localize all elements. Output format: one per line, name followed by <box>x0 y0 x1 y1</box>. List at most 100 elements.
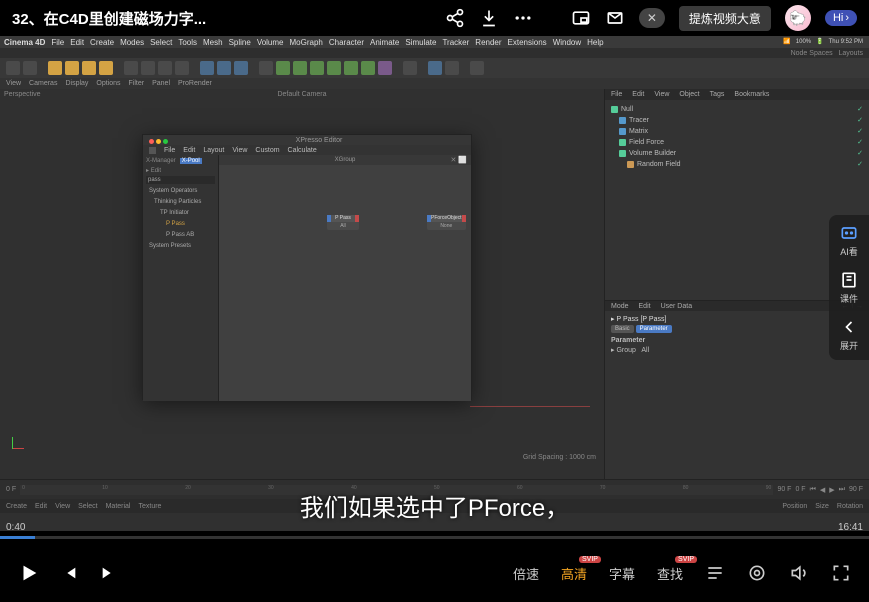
menu-spline[interactable]: Spline <box>229 38 251 47</box>
tool-x[interactable] <box>124 61 138 75</box>
share-icon[interactable] <box>445 8 465 28</box>
obj-volume: Volume Builder✓ <box>611 148 863 159</box>
grid-info: Grid Spacing : 1000 cm <box>523 454 596 461</box>
menu-volume[interactable]: Volume <box>257 38 284 47</box>
download-icon[interactable] <box>479 8 499 28</box>
obj-tracer: Tracer✓ <box>611 115 863 126</box>
video-viewport[interactable]: Cinema 4D File Edit Create Modes Select … <box>0 36 869 531</box>
tool-light[interactable] <box>470 61 484 75</box>
expand-button[interactable]: 展开 <box>839 317 859 352</box>
play-button[interactable] <box>18 562 40 584</box>
obj-null: Null✓ <box>611 104 863 115</box>
c4d-toolbar-view: View Cameras Display Options Filter Pane… <box>0 78 869 89</box>
c4d-subbar: Node Spaces Layouts <box>0 48 869 58</box>
tool-move[interactable] <box>65 61 79 75</box>
xp-app-icon <box>149 147 156 154</box>
more-icon[interactable] <box>513 8 533 28</box>
menu-render[interactable]: Render <box>475 38 501 47</box>
tool-scale[interactable] <box>82 61 96 75</box>
quality-button[interactable]: 高清SVIP <box>561 564 587 583</box>
courseware-button[interactable]: 课件 <box>839 270 859 305</box>
speed-button[interactable]: 倍速 <box>513 564 539 583</box>
menu-animate[interactable]: Animate <box>370 38 399 47</box>
menu-file[interactable]: File <box>51 38 64 47</box>
avatar[interactable]: 🐑 <box>785 5 811 31</box>
tool-z[interactable] <box>158 61 172 75</box>
hi-badge[interactable]: Hi› <box>825 10 857 26</box>
subtitle-text: 我们如果选中了PForce， <box>300 488 569 523</box>
player-controls: 倍速 高清SVIP 字幕 查找SVIP <box>0 544 869 602</box>
caption-button[interactable]: 字幕 <box>609 564 635 583</box>
tool-snap[interactable] <box>428 61 442 75</box>
tool-gen5[interactable] <box>361 61 375 75</box>
prev-button[interactable] <box>62 565 78 581</box>
menu-tracker[interactable]: Tracker <box>442 38 469 47</box>
c4d-toolbar <box>0 58 869 78</box>
ai-watch-button[interactable]: AI看 <box>839 223 859 258</box>
tool-gen4[interactable] <box>344 61 358 75</box>
obj-matrix: Matrix✓ <box>611 126 863 137</box>
mac-status: 📶100%🔋Thu 9:52 PM <box>783 36 863 47</box>
menu-extensions[interactable]: Extensions <box>508 38 547 47</box>
tool-wp[interactable] <box>445 61 459 75</box>
pip-icon[interactable] <box>571 8 591 28</box>
node-pforce[interactable]: PForceObject None <box>427 215 466 230</box>
c4d-app-name: Cinema 4D <box>4 38 45 47</box>
xpresso-canvas[interactable]: XGroup✕ ⬜ P Pass All PForceObject None <box>219 155 471 401</box>
tool-gen2[interactable] <box>310 61 324 75</box>
tool-gen[interactable] <box>293 61 307 75</box>
tool-y[interactable] <box>141 61 155 75</box>
axis-gizmo <box>12 429 32 449</box>
extract-summary-button[interactable]: 提炼视频大意 <box>679 6 771 31</box>
xpresso-titlebar[interactable]: XPresso Editor <box>143 135 471 145</box>
time-total: 16:41 <box>838 522 863 533</box>
menu-select[interactable]: Select <box>150 38 172 47</box>
volume-icon[interactable] <box>789 563 809 583</box>
tool-def[interactable] <box>378 61 392 75</box>
menu-character[interactable]: Character <box>329 38 364 47</box>
tool-redo[interactable] <box>23 61 37 75</box>
menu-tools[interactable]: Tools <box>178 38 197 47</box>
tool-gen3[interactable] <box>327 61 341 75</box>
tool-tag[interactable] <box>403 61 417 75</box>
tool-prim[interactable] <box>259 61 273 75</box>
menu-modes[interactable]: Modes <box>120 38 144 47</box>
viewport-label: Perspective <box>4 91 41 98</box>
time-current: 0:40 <box>6 522 25 533</box>
xpresso-tree[interactable]: X-ManagerX-Pool ▸ Edit pass System Opera… <box>143 155 219 401</box>
find-button[interactable]: 查找SVIP <box>657 564 683 583</box>
obj-random: Random Field✓ <box>611 159 863 170</box>
tool-render2[interactable] <box>217 61 231 75</box>
settings-icon[interactable] <box>747 563 767 583</box>
menu-help[interactable]: Help <box>587 38 603 47</box>
xp-search[interactable]: pass <box>146 176 215 184</box>
c4d-menubar: Cinema 4D File Edit Create Modes Select … <box>0 36 869 48</box>
close-button[interactable]: ✕ <box>639 8 665 28</box>
menu-mograph[interactable]: MoGraph <box>290 38 323 47</box>
tool-spline[interactable] <box>276 61 290 75</box>
tool-w[interactable] <box>175 61 189 75</box>
tool-render[interactable] <box>200 61 214 75</box>
tool-live[interactable] <box>48 61 62 75</box>
menu-simulate[interactable]: Simulate <box>405 38 436 47</box>
tool-undo[interactable] <box>6 61 20 75</box>
tool-render3[interactable] <box>234 61 248 75</box>
menu-edit[interactable]: Edit <box>70 38 84 47</box>
viewport-camera: Default Camera <box>277 91 326 98</box>
playlist-icon[interactable] <box>705 563 725 583</box>
next-button[interactable] <box>100 565 116 581</box>
window-icon[interactable] <box>605 8 625 28</box>
menu-window[interactable]: Window <box>553 38 581 47</box>
progress-bar[interactable] <box>0 536 869 539</box>
side-float-panel: AI看 课件 展开 <box>829 215 869 360</box>
xpresso-menu: File Edit Layout View Custom Calculate <box>143 145 471 155</box>
fullscreen-icon[interactable] <box>831 563 851 583</box>
obj-fieldforce: Field Force✓ <box>611 137 863 148</box>
menu-mesh[interactable]: Mesh <box>203 38 223 47</box>
xpresso-window[interactable]: XPresso Editor File Edit Layout View Cus… <box>142 134 472 400</box>
node-ppass[interactable]: P Pass All <box>327 215 359 230</box>
menu-create[interactable]: Create <box>90 38 114 47</box>
tool-rotate[interactable] <box>99 61 113 75</box>
tracer-line <box>470 406 590 407</box>
video-title: 32、在C4D里创建磁场力字... <box>12 8 431 29</box>
